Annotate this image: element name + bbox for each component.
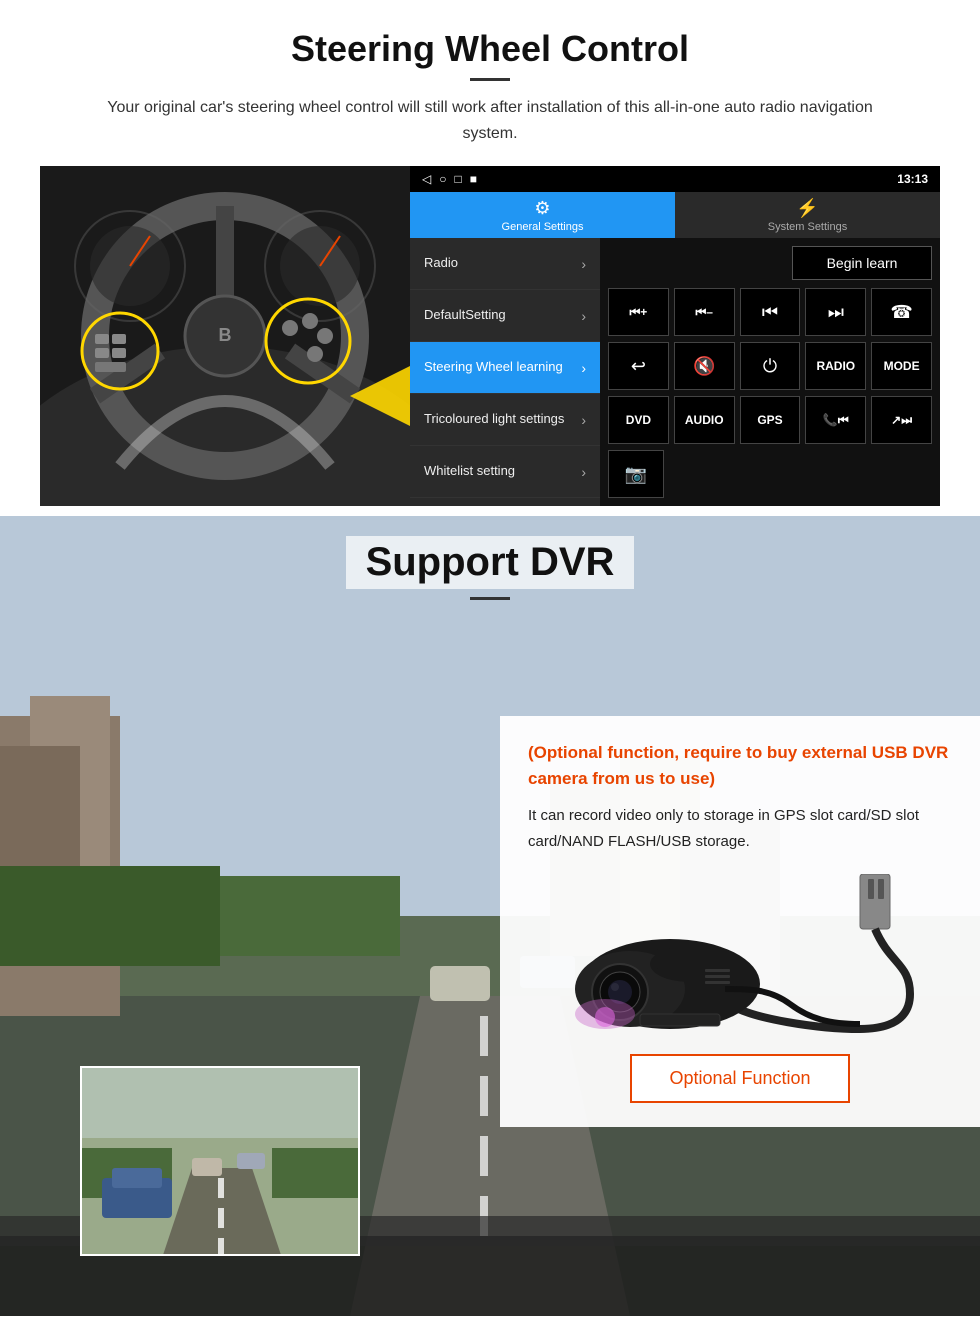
menu-item-tricoloured-label: Tricoloured light settings — [424, 411, 564, 428]
chevron-icon: › — [581, 308, 586, 324]
dvr-title: Support DVR — [346, 536, 635, 589]
dvr-preview-inner — [82, 1068, 358, 1254]
chevron-icon: › — [581, 256, 586, 272]
dvr-camera-illustration — [528, 874, 952, 1034]
gear-icon: ⚙ — [534, 198, 550, 219]
swl-row-3: DVD AUDIO GPS 📞⏮ ↗⏭ — [608, 396, 932, 444]
next-track-btn[interactable]: ⏭ — [805, 288, 866, 336]
mode-btn[interactable]: MODE — [871, 342, 932, 390]
begin-learn-row: Begin learn — [608, 246, 932, 280]
dvd-btn[interactable]: DVD — [608, 396, 669, 444]
swl-row-1: ⏮+ ⏮– ⏮ ⏭ ☎ — [608, 288, 932, 336]
next-prev-btn[interactable]: ↗⏭ — [871, 396, 932, 444]
menu-item-default[interactable]: DefaultSetting › — [410, 290, 600, 342]
optional-function-button[interactable]: Optional Function — [630, 1054, 850, 1103]
dvr-section: Support DVR — [0, 516, 980, 1316]
android-statusbar: ◁ ○ □ ■ 13:13 — [410, 166, 940, 192]
menu-item-tricoloured[interactable]: Tricoloured light settings › — [410, 394, 600, 446]
menu-item-radio-label: Radio — [424, 255, 458, 272]
android-tabs: ⚙ General Settings ⚡ System Settings — [410, 192, 940, 238]
vol-down-btn[interactable]: ⏮– — [674, 288, 735, 336]
begin-learn-button[interactable]: Begin learn — [792, 246, 932, 280]
chevron-icon: › — [581, 464, 586, 480]
android-panel: ◁ ○ □ ■ 13:13 ⚙ General Settings ⚡ Syste… — [410, 166, 940, 506]
dvr-description: It can record video only to storage in G… — [528, 803, 952, 854]
menu-item-whitelist-label: Whitelist setting — [424, 463, 515, 480]
dvr-title-area: Support DVR — [0, 536, 980, 600]
recents-icon: □ — [454, 172, 461, 186]
menu-item-default-label: DefaultSetting — [424, 307, 506, 324]
hangup-btn[interactable]: ↩ — [608, 342, 669, 390]
steering-demo: B — [40, 166, 940, 506]
gps-btn[interactable]: GPS — [740, 396, 801, 444]
call-prev-btn[interactable]: 📞⏮ — [805, 396, 866, 444]
back-icon: ◁ — [422, 172, 431, 186]
steering-title: Steering Wheel Control — [40, 28, 940, 70]
statusbar-time: 13:13 — [897, 172, 928, 186]
menu-item-radio[interactable]: Radio › — [410, 238, 600, 290]
settings-menu: Radio › DefaultSetting › Steering Wheel … — [410, 238, 600, 506]
prev-track-btn[interactable]: ⏮ — [740, 288, 801, 336]
phone-btn[interactable]: ☎ — [871, 288, 932, 336]
dvr-optional-text: (Optional function, require to buy exter… — [528, 740, 952, 791]
svg-text:B: B — [219, 325, 232, 345]
menu-item-steering-label: Steering Wheel learning — [424, 359, 563, 376]
tab-system-settings[interactable]: ⚡ System Settings — [675, 192, 940, 238]
android-content: Radio › DefaultSetting › Steering Wheel … — [410, 238, 940, 506]
title-divider — [470, 78, 510, 81]
chevron-icon: › — [581, 360, 586, 376]
dvr-info-card: (Optional function, require to buy exter… — [500, 716, 980, 1127]
tab-general-settings[interactable]: ⚙ General Settings — [410, 192, 675, 238]
steering-wheel-photo: B — [40, 166, 410, 506]
dvr-divider — [470, 597, 510, 600]
chevron-icon: › — [581, 412, 586, 428]
tab-system-label: System Settings — [768, 221, 847, 233]
steering-wheel-learning-panel: Begin learn ⏮+ ⏮– ⏮ ⏭ ☎ ↩ 🔇 ⏻ — [600, 238, 940, 506]
swl-row-4: 📷 — [608, 450, 932, 498]
radio-btn[interactable]: RADIO — [805, 342, 866, 390]
steering-description: Your original car's steering wheel contr… — [80, 95, 900, 146]
steering-section: Steering Wheel Control Your original car… — [0, 0, 980, 506]
vol-up-btn[interactable]: ⏮+ — [608, 288, 669, 336]
camera-btn[interactable]: 📷 — [608, 450, 664, 498]
power-btn[interactable]: ⏻ — [740, 342, 801, 390]
menu-item-steering[interactable]: Steering Wheel learning › — [410, 342, 600, 394]
swl-row-2: ↩ 🔇 ⏻ RADIO MODE — [608, 342, 932, 390]
statusbar-icons: ◁ ○ □ ■ — [422, 172, 477, 186]
mute-btn[interactable]: 🔇 — [674, 342, 735, 390]
dvr-preview-thumbnail — [80, 1066, 360, 1256]
audio-btn[interactable]: AUDIO — [674, 396, 735, 444]
tab-general-label: General Settings — [502, 221, 584, 233]
home-icon: ○ — [439, 172, 446, 186]
settings-icon: ⚡ — [796, 198, 818, 219]
menu-icon: ■ — [470, 172, 477, 186]
menu-item-whitelist[interactable]: Whitelist setting › — [410, 446, 600, 498]
